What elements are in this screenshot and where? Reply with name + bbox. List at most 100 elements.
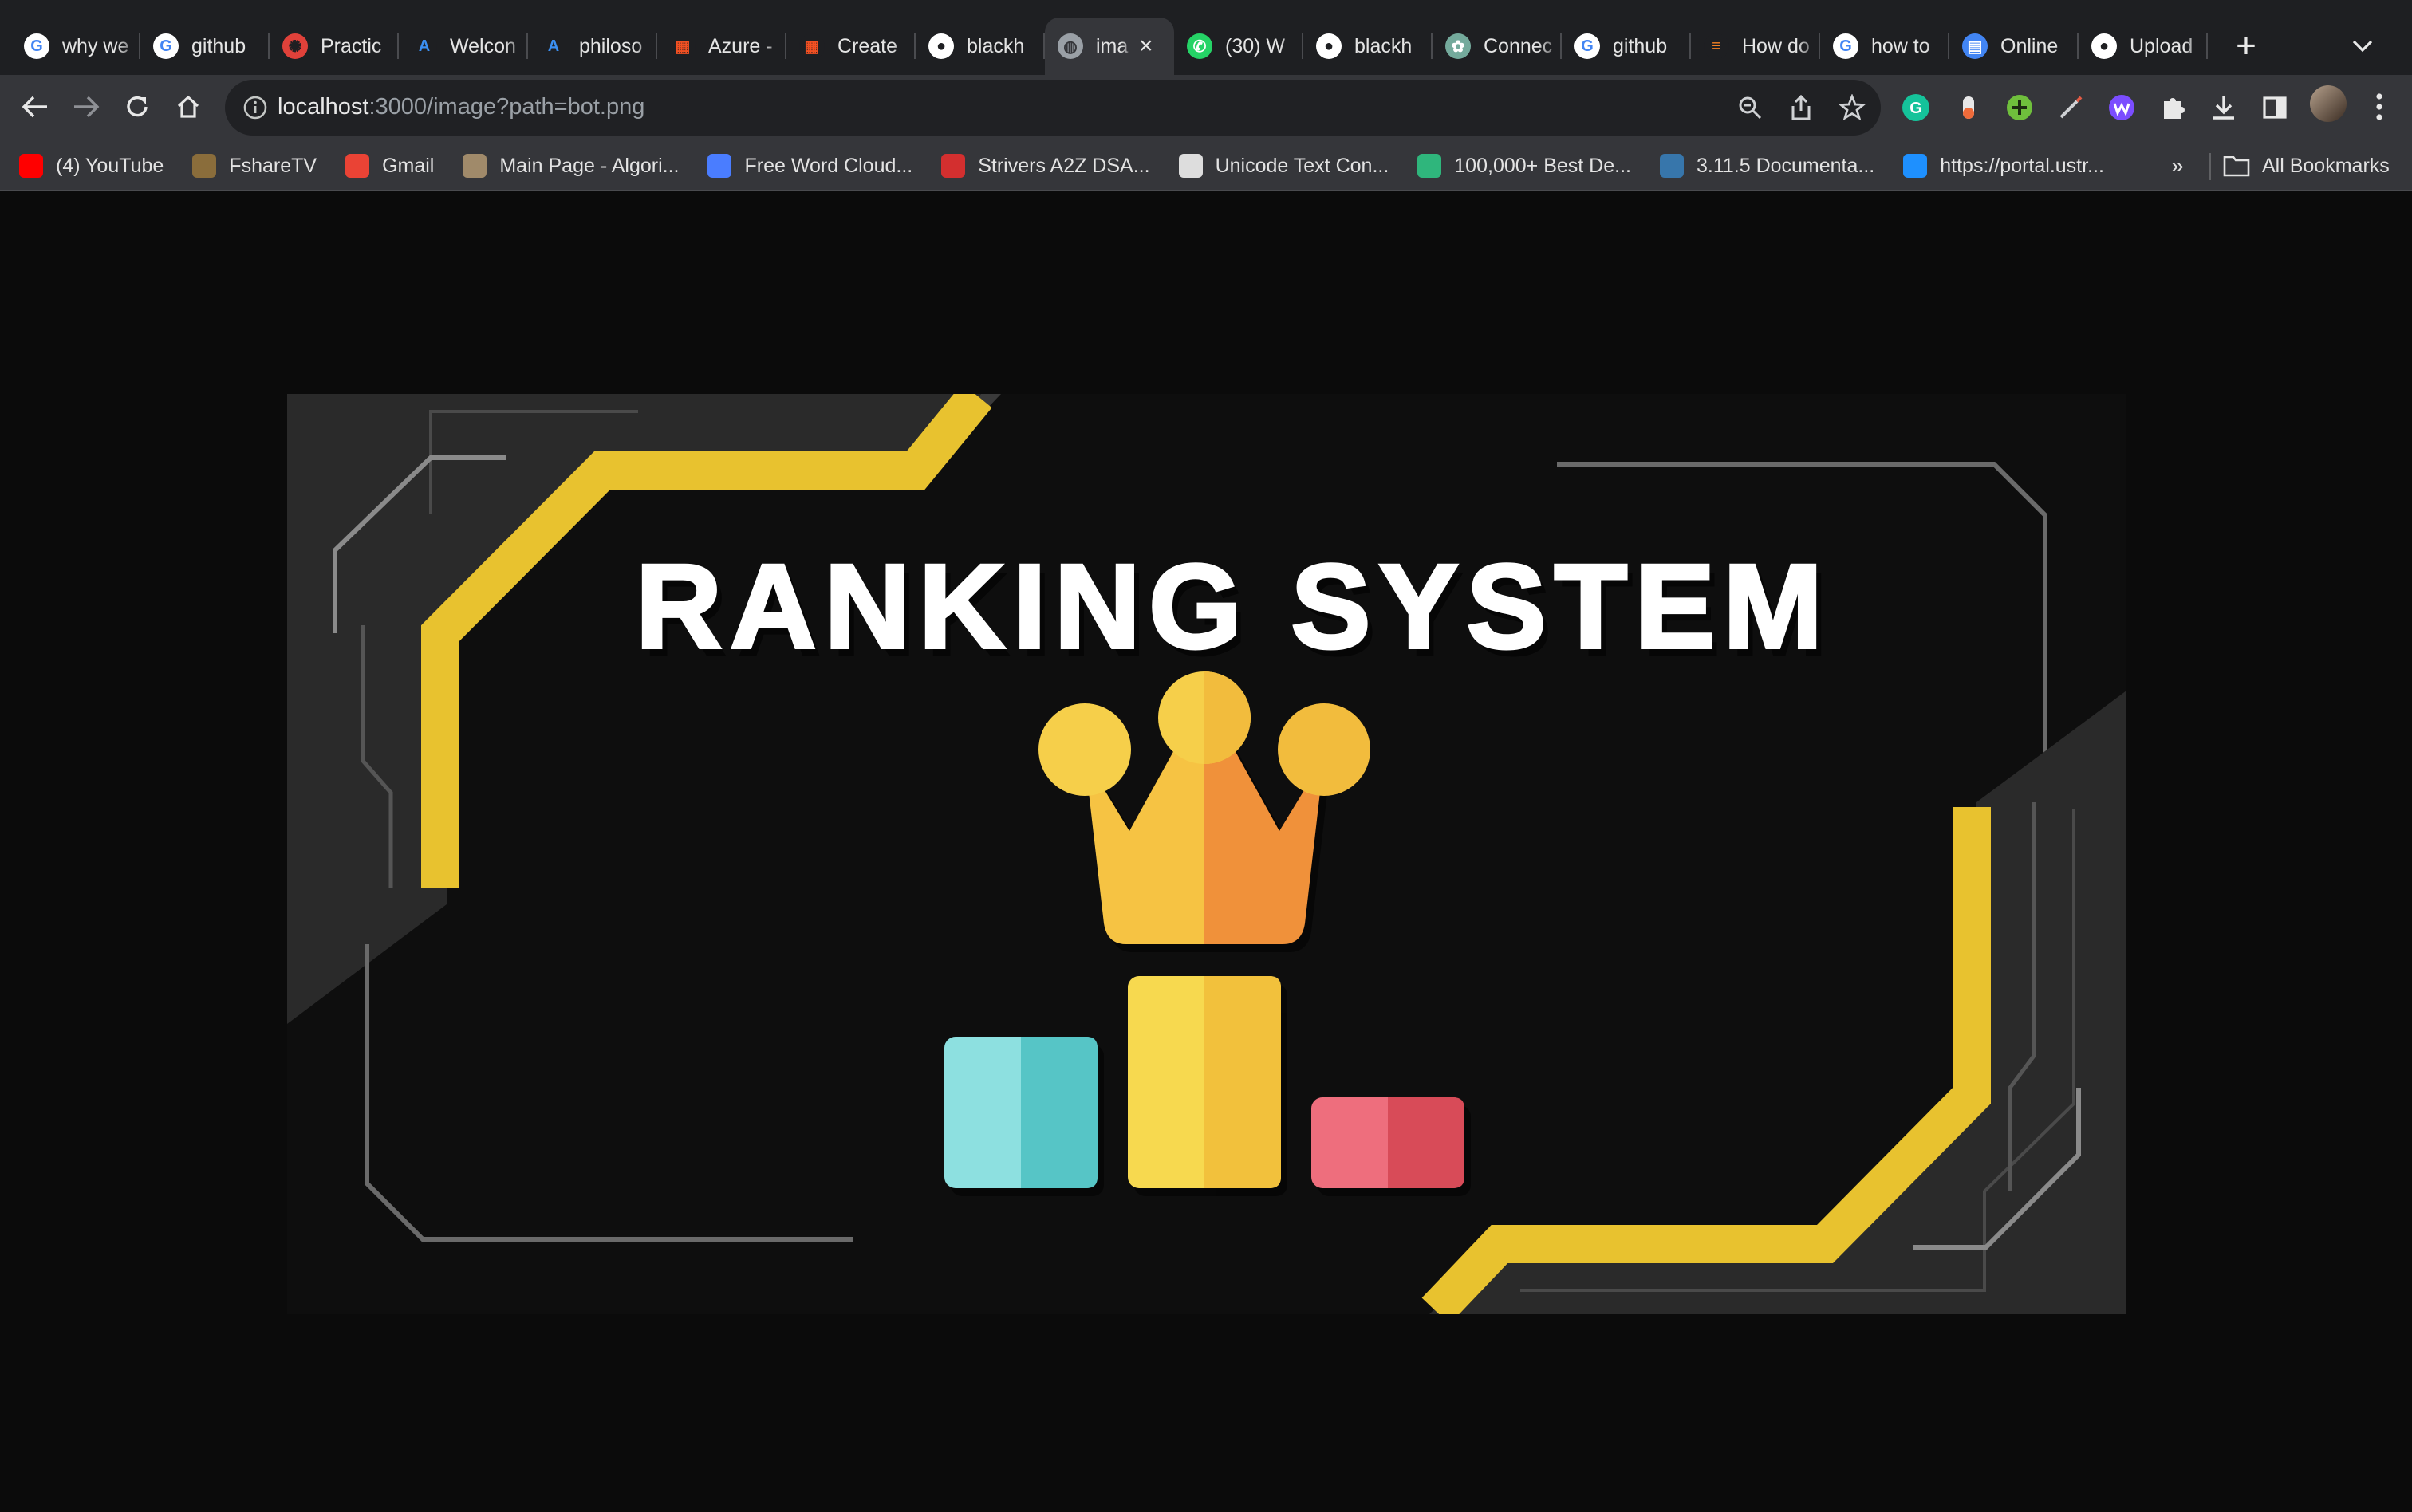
pill-extension-icon[interactable] [1946, 85, 1991, 130]
bookmark-label: Strivers A2Z DSA... [978, 154, 1150, 177]
bookmark-label: FshareTV [229, 154, 317, 177]
tab-search-button[interactable] [2342, 26, 2383, 67]
forward-button[interactable] [62, 83, 110, 131]
tab-11[interactable]: ✿ Connec [1433, 18, 1562, 75]
tab-list: Gwhy we Ggithub ✺ Practic A Welcon Aphiloso ▦ Az… [11, 18, 2208, 75]
bookmark-item[interactable]: Strivers A2Z DSA... [941, 150, 1150, 182]
wave-extension-icon[interactable] [2099, 85, 2144, 130]
tab-1[interactable]: Ggithub [140, 18, 270, 75]
tab-title: How do [1742, 34, 1810, 57]
address-bar[interactable]: localhost:3000/image?path=bot.png [225, 80, 1881, 136]
reload-button[interactable] [113, 83, 161, 131]
browser-menu-button[interactable] [2359, 85, 2399, 129]
side-panel-icon[interactable] [2252, 85, 2297, 130]
bookmark-item[interactable]: (4) YouTube [19, 150, 164, 182]
site-info-icon[interactable] [241, 93, 270, 122]
tab-title: philoso [579, 34, 643, 57]
bookmark-item[interactable]: Unicode Text Con... [1178, 150, 1389, 182]
algorithms-icon [463, 154, 487, 178]
share-icon[interactable] [1783, 90, 1819, 125]
practice-icon: ✺ [282, 33, 308, 59]
pen-extension-icon[interactable] [2048, 85, 2093, 130]
tab-6[interactable]: ▦ Create [786, 18, 916, 75]
bookmark-item[interactable]: Gmail [345, 150, 434, 182]
bookmarks-bar: (4) YouTube FshareTV Gmail Main Page - Algo… [0, 140, 2412, 191]
takeuforward-icon [941, 154, 966, 178]
gmail-icon [345, 154, 370, 178]
url-text[interactable]: localhost:3000/image?path=bot.png [278, 94, 644, 120]
bookmark-label: Unicode Text Con... [1215, 154, 1389, 177]
extensions-puzzle-icon[interactable] [2150, 85, 2195, 130]
tab-7[interactable]: ● blackh [916, 18, 1045, 75]
tab-title: Welcon [450, 34, 516, 57]
bookmarks-overflow-button[interactable]: » [2171, 150, 2184, 182]
home-button[interactable] [164, 83, 212, 131]
bookmarks-list: (4) YouTube FshareTV Gmail Main Page - Algo… [19, 150, 2133, 182]
grammarly-extension-icon[interactable]: G [1894, 85, 1938, 130]
back-arrow-icon [22, 96, 47, 118]
docs-icon: ▤ [1962, 33, 1988, 59]
bookmark-label: Free Word Cloud... [744, 154, 913, 177]
tab-title: Upload [2130, 34, 2193, 57]
tab-8[interactable]: ◍ ima × [1045, 18, 1174, 75]
zoom-icon[interactable] [1732, 90, 1768, 125]
bookmark-label: Main Page - Algori... [499, 154, 680, 177]
tab-title: why we [62, 34, 129, 57]
chevron-down-icon [2352, 40, 2373, 53]
bookmark-label: 100,000+ Best De... [1454, 154, 1631, 177]
downloads-icon[interactable] [2201, 85, 2246, 130]
microsoft-icon: ▦ [799, 33, 825, 59]
wordcloud-icon [707, 154, 732, 178]
new-tab-button[interactable]: + [2222, 22, 2270, 70]
github-icon: ● [1316, 33, 1342, 59]
azure-icon: A [541, 33, 566, 59]
tab-title: github [191, 34, 246, 57]
svg-text:G: G [1910, 100, 1922, 117]
reload-icon [127, 96, 148, 117]
globe-icon: ◍ [1058, 33, 1083, 59]
tab-12[interactable]: Ggithub [1562, 18, 1691, 75]
tab-title: Azure - [708, 34, 773, 57]
tab-10[interactable]: ● blackh [1303, 18, 1433, 75]
bookmark-item[interactable]: 100,000+ Best De... [1417, 150, 1631, 182]
back-button[interactable] [11, 83, 59, 131]
bookmark-label: (4) YouTube [56, 154, 164, 177]
youtube-icon [19, 154, 43, 178]
tab-13[interactable]: ≡ How do [1691, 18, 1820, 75]
bookmark-item[interactable]: FshareTV [192, 150, 317, 182]
google-icon: G [24, 33, 49, 59]
bookmark-item[interactable]: https://portal.ustr... [1903, 150, 2104, 182]
tab-4[interactable]: Aphiloso [528, 18, 657, 75]
bookmark-star-icon[interactable] [1835, 90, 1870, 125]
close-tab-icon[interactable]: × [1139, 33, 1153, 60]
google-icon: G [1833, 33, 1858, 59]
tab-16[interactable]: ● Upload [2079, 18, 2208, 75]
tab-2[interactable]: ✺ Practic [270, 18, 399, 75]
bookmark-item[interactable]: 3.11.5 Documenta... [1659, 150, 1874, 182]
fsharetv-icon [192, 154, 217, 178]
bookmark-item[interactable]: Free Word Cloud... [707, 150, 912, 182]
tab-title: (30) W [1225, 34, 1285, 57]
github-icon: ● [2091, 33, 2117, 59]
banner-title: RANKING SYSTEM [636, 539, 1831, 673]
tab-title: github [1613, 34, 1668, 57]
tab-0[interactable]: Gwhy we [11, 18, 140, 75]
bookmark-item[interactable]: Main Page - Algori... [463, 150, 679, 182]
profile-avatar[interactable] [2310, 85, 2347, 122]
tab-9[interactable]: ✆ (30) W [1174, 18, 1303, 75]
unicode-icon [1178, 154, 1203, 178]
tab-14[interactable]: Ghow to [1820, 18, 1949, 75]
plus-extension-icon[interactable] [1997, 85, 2042, 130]
all-bookmarks-button[interactable]: All Bookmarks [2222, 150, 2390, 182]
tab-title: Create [838, 34, 898, 57]
tab-15[interactable]: ▤ Online [1949, 18, 2079, 75]
toolbar: localhost:3000/image?path=bot.png G [0, 75, 2412, 140]
tab-3[interactable]: A Welcon [399, 18, 528, 75]
kebab-menu-icon [2376, 93, 2382, 120]
tab-title: Practic [321, 34, 382, 57]
google-icon: G [1574, 33, 1600, 59]
tab-title: how to [1871, 34, 1930, 57]
bookmark-label: Gmail [382, 154, 435, 177]
tab-5[interactable]: ▦ Azure - [657, 18, 786, 75]
home-icon [177, 95, 199, 118]
